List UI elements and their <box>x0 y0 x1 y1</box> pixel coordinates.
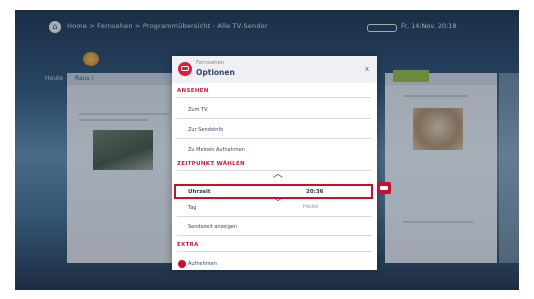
panel-brand: Fernsehen <box>196 60 225 66</box>
panel-title: Optionen <box>196 68 235 77</box>
tv-screen: ⌂ Home > Fernsehen > Programmübersicht -… <box>15 10 519 290</box>
chevron-down-icon[interactable]: ﹀ <box>273 199 283 209</box>
menu-item-tag[interactable]: Tag <box>188 205 196 211</box>
divider <box>177 138 372 139</box>
uhrzeit-label: Uhrzeit <box>188 189 211 195</box>
ok-button[interactable] <box>377 182 391 194</box>
divider <box>177 97 372 98</box>
chevron-up-icon[interactable]: ︿ <box>273 170 283 180</box>
uhrzeit-value: 20:36 <box>306 189 324 195</box>
section-extra: EXTRA <box>177 242 199 248</box>
record-icon <box>178 260 186 268</box>
divider <box>177 235 372 236</box>
menu-item-sendezeit[interactable]: Sendezeit anzeigen <box>188 224 237 230</box>
menu-item-sendeinfo[interactable]: Zur Sendeinfo <box>188 127 223 133</box>
menu-item-aufnehmen[interactable]: Aufnehmen <box>188 261 217 267</box>
section-ansehen: ANSEHEN <box>177 88 209 94</box>
divider <box>177 251 372 252</box>
menu-item-aufnahmen[interactable]: Zu Meinen Aufnahmen <box>188 147 245 153</box>
menu-item-live-tv[interactable]: Zum TV <box>188 107 208 113</box>
close-icon[interactable]: x <box>365 65 369 73</box>
tv-brand-icon <box>178 62 192 76</box>
panel-header: Fernsehen Optionen x <box>172 56 377 83</box>
divider <box>177 216 372 217</box>
options-panel: Fernsehen Optionen x ANSEHEN Zum TV Zur … <box>172 56 377 270</box>
section-zeitpunkt: ZEITPUNKT WÄHLEN <box>177 161 245 167</box>
divider <box>177 118 372 119</box>
uhrzeit-picker-row[interactable]: Uhrzeit 20:36 <box>174 184 373 199</box>
tag-value: Heute <box>303 204 319 210</box>
